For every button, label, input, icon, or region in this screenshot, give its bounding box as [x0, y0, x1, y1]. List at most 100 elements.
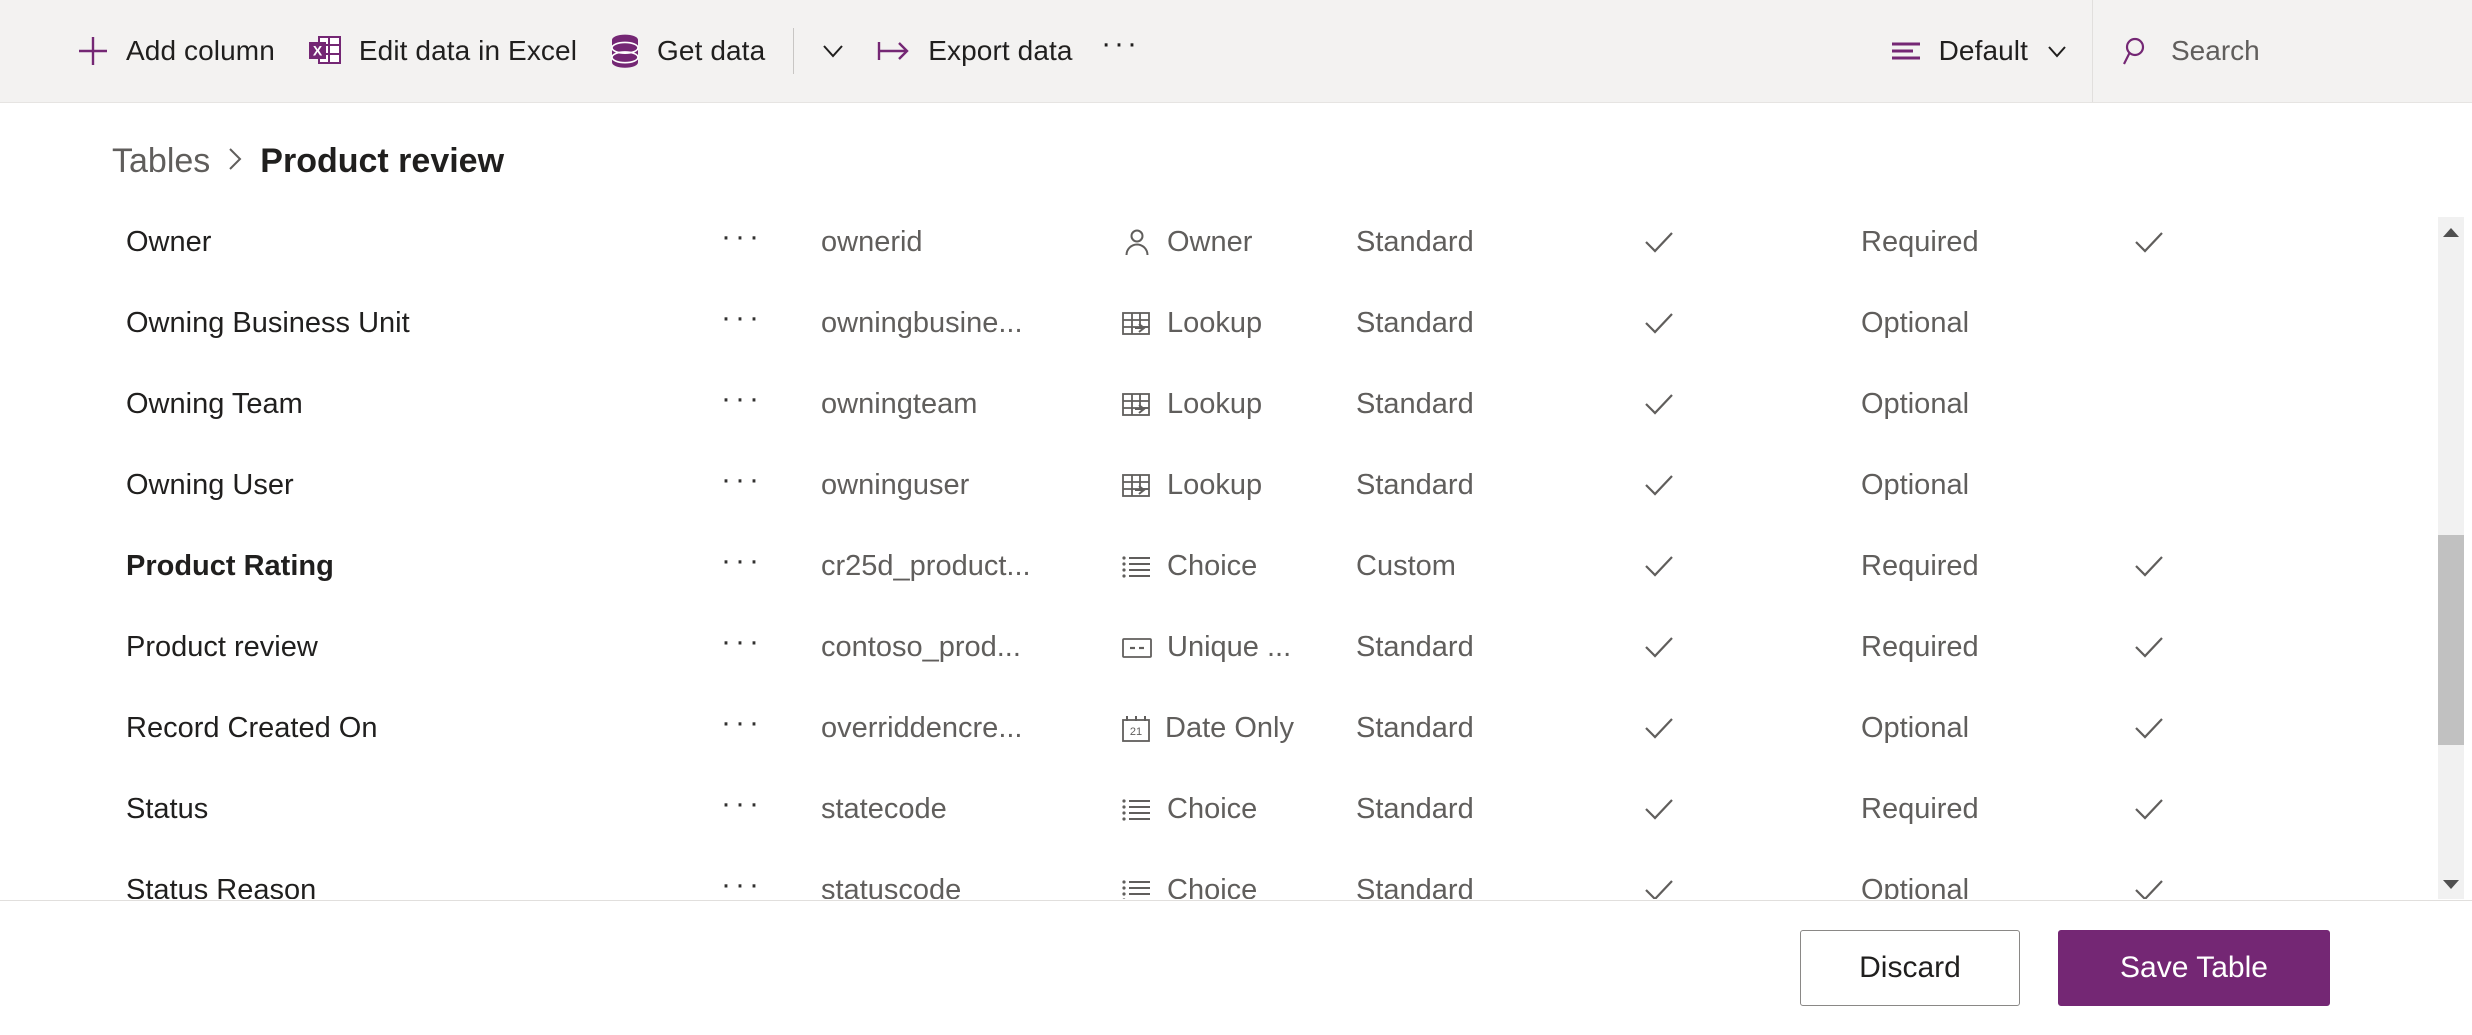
- column-requirement: Optional: [1861, 469, 1970, 501]
- column-logical-name: statuscode: [821, 874, 962, 899]
- check-icon: [2132, 795, 2166, 825]
- footer-action-bar: Discard Save Table: [0, 900, 2472, 1035]
- column-display-name: Record Created On: [126, 712, 378, 744]
- svg-text:X: X: [313, 43, 323, 59]
- check-icon: [1642, 633, 1676, 663]
- row-more-commands-button[interactable]: ···: [721, 382, 821, 428]
- column-logical-name: owningteam: [821, 388, 978, 420]
- table-row[interactable]: Owning Business Unit ··· owningbusine... Lo…: [0, 283, 2400, 364]
- column-requirement: Required: [1861, 793, 1979, 825]
- view-selector-button[interactable]: Default: [1867, 0, 2092, 102]
- svg-text:21: 21: [1130, 726, 1142, 738]
- get-data-button[interactable]: Get data: [593, 0, 781, 102]
- table-row[interactable]: Product Rating ··· cr25d_product... Choice C…: [0, 526, 2400, 607]
- add-column-button[interactable]: Add column: [60, 0, 291, 102]
- check-icon: [1642, 471, 1676, 501]
- search-input[interactable]: Search: [2171, 35, 2260, 67]
- triangle-up-icon: [2443, 227, 2459, 237]
- columns-grid-scroll-area[interactable]: Owner ··· ownerid Owner Standard Required Owni…: [0, 202, 2472, 899]
- column-data-type: Lookup: [1121, 469, 1356, 502]
- column-customization: Standard: [1356, 874, 1474, 899]
- row-more-commands-button[interactable]: ···: [721, 301, 821, 347]
- check-icon: [1642, 795, 1676, 825]
- table-row[interactable]: Record Created On ··· overriddencre... 21 Da…: [0, 688, 2400, 769]
- view-selector-label: Default: [1938, 35, 2028, 66]
- check-icon: [1642, 309, 1676, 339]
- columns-grid: Owner ··· ownerid Owner Standard Required Owni…: [0, 202, 2400, 899]
- column-display-name: Owning Business Unit: [126, 307, 410, 339]
- column-customization: Standard: [1356, 388, 1474, 420]
- table-row[interactable]: Status ··· statecode Choice Standard Required: [0, 769, 2400, 850]
- check-icon: [2132, 552, 2166, 582]
- table-row[interactable]: Owning Team ··· owningteam Lookup Standard Op…: [0, 364, 2400, 445]
- column-data-type-label: Lookup: [1167, 469, 1263, 501]
- save-table-button[interactable]: Save Table: [2058, 930, 2330, 1006]
- export-data-label: Export data: [928, 35, 1073, 66]
- scroll-down-button[interactable]: [2438, 869, 2464, 899]
- get-data-chevron-button[interactable]: [806, 0, 860, 102]
- add-column-label: Add column: [126, 35, 275, 66]
- column-data-type: Choice: [1121, 793, 1356, 826]
- column-searchable-check: [1626, 714, 1861, 744]
- breadcrumb: Tables Product review: [112, 131, 504, 191]
- row-more-commands-button[interactable]: ···: [721, 544, 821, 590]
- command-bar-left-group: Add column X Edit data in Excel Get data…: [0, 0, 1153, 102]
- choice-icon: [1121, 796, 1153, 824]
- more-commands-button[interactable]: ···: [1089, 0, 1153, 102]
- scroll-up-button[interactable]: [2438, 217, 2464, 247]
- export-data-button[interactable]: Export data: [860, 0, 1088, 102]
- row-more-commands-button[interactable]: ···: [721, 463, 821, 509]
- check-icon: [1642, 390, 1676, 420]
- scrollbar-thumb[interactable]: [2438, 535, 2464, 745]
- column-requirement: Required: [1861, 631, 1979, 663]
- column-data-type-label: Choice: [1167, 793, 1258, 825]
- edit-data-in-excel-button[interactable]: X Edit data in Excel: [291, 0, 593, 102]
- row-more-commands-button[interactable]: ···: [721, 625, 821, 671]
- column-display-name: Product Rating: [126, 550, 334, 582]
- column-data-type: Lookup: [1121, 388, 1356, 421]
- column-secondary-check: [2116, 552, 2296, 582]
- row-more-commands-button[interactable]: ···: [721, 868, 821, 900]
- column-customization: Standard: [1356, 793, 1474, 825]
- row-more-commands-button[interactable]: ···: [721, 220, 821, 266]
- plus-icon: [76, 34, 110, 68]
- breadcrumb-item-tables[interactable]: Tables: [112, 142, 210, 181]
- column-searchable-check: [1626, 552, 1861, 582]
- column-logical-name: contoso_prod...: [821, 631, 1021, 663]
- column-requirement: Optional: [1861, 874, 1970, 899]
- choice-icon: [1121, 553, 1153, 581]
- row-more-commands-button[interactable]: ···: [721, 787, 821, 833]
- column-display-name: Owning Team: [126, 388, 303, 420]
- column-searchable-check: [1626, 228, 1861, 258]
- column-data-type: Choice: [1121, 550, 1356, 583]
- column-data-type: Lookup: [1121, 307, 1356, 340]
- search-box[interactable]: Search: [2092, 0, 2472, 102]
- table-row[interactable]: Status Reason ··· statuscode Choice Standard…: [0, 850, 2400, 899]
- chevron-down-icon: [819, 37, 847, 65]
- column-customization: Standard: [1356, 307, 1474, 339]
- lookup-icon: [1121, 310, 1153, 338]
- check-icon: [2132, 876, 2166, 899]
- vertical-scrollbar[interactable]: [2438, 217, 2464, 899]
- discard-button[interactable]: Discard: [1800, 930, 2020, 1006]
- excel-icon: X: [307, 33, 343, 69]
- row-more-commands-button[interactable]: ···: [721, 706, 821, 752]
- check-icon: [2132, 228, 2166, 258]
- breadcrumb-separator-icon: [224, 141, 246, 181]
- table-row[interactable]: Product review ··· contoso_prod... Unique .…: [0, 607, 2400, 688]
- column-data-type-label: Owner: [1167, 226, 1253, 258]
- column-data-type-label: Unique ...: [1167, 631, 1292, 663]
- column-searchable-check: [1626, 795, 1861, 825]
- column-requirement: Required: [1861, 550, 1979, 582]
- table-row[interactable]: Owning User ··· owninguser Lookup Standard Op…: [0, 445, 2400, 526]
- column-secondary-check: [2116, 876, 2296, 899]
- table-row[interactable]: Owner ··· ownerid Owner Standard Required: [0, 202, 2400, 283]
- check-icon: [1642, 714, 1676, 744]
- column-customization: Standard: [1356, 631, 1474, 663]
- view-list-icon: [1889, 37, 1923, 65]
- check-icon: [1642, 552, 1676, 582]
- column-data-type: Unique ...: [1121, 631, 1356, 664]
- column-searchable-check: [1626, 309, 1861, 339]
- column-data-type-label: Choice: [1167, 874, 1258, 899]
- column-logical-name: owninguser: [821, 469, 970, 501]
